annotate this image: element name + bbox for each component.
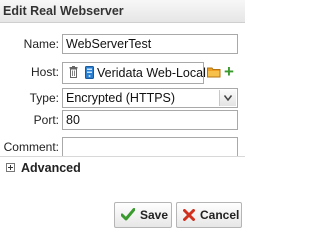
type-value: Encrypted (HTTPS) (66, 91, 176, 105)
host-label: Host: (30, 65, 59, 79)
edit-webserver-dialog: Edit Real Webserver Name: WebServerTest … (0, 0, 245, 240)
folder-icon[interactable] (207, 66, 221, 81)
advanced-label: Advanced (21, 161, 81, 175)
checkmark-icon (120, 208, 136, 224)
section-divider (0, 156, 245, 157)
type-select[interactable]: Encrypted (HTTPS) (62, 88, 238, 108)
add-host-icon[interactable]: + (224, 63, 234, 80)
chevron-down-icon[interactable] (219, 90, 236, 106)
name-input[interactable]: WebServerTest (62, 34, 238, 54)
port-label: Port: (33, 113, 59, 127)
comment-label: Comment: (3, 140, 59, 154)
name-label: Name: (23, 37, 59, 51)
save-button[interactable]: Save (114, 202, 172, 228)
name-row: Name: WebServerTest (0, 34, 245, 56)
trash-icon[interactable] (69, 66, 78, 81)
comment-input[interactable] (62, 137, 238, 157)
dialog-title: Edit Real Webserver (3, 4, 124, 18)
host-value: Veridata Web-Local (97, 66, 206, 80)
close-icon (183, 209, 195, 224)
type-label: Type: (29, 91, 59, 105)
save-label: Save (140, 208, 169, 222)
type-row: Type: Encrypted (HTTPS) (0, 88, 245, 110)
cancel-button[interactable]: Cancel (176, 202, 242, 228)
dialog-titlebar[interactable]: Edit Real Webserver (0, 0, 245, 23)
host-row: Host: Veridata Web-Local + (0, 62, 245, 84)
advanced-section-toggle[interactable]: Advanced (0, 158, 245, 180)
cancel-label: Cancel (200, 208, 240, 222)
port-row: Port: 80 (0, 110, 245, 132)
port-input[interactable]: 80 (62, 110, 238, 130)
name-value: WebServerTest (66, 37, 152, 51)
expand-plus-icon[interactable] (6, 163, 15, 172)
port-value: 80 (66, 113, 80, 127)
host-field[interactable]: Veridata Web-Local (62, 62, 206, 84)
server-icon (85, 66, 94, 82)
